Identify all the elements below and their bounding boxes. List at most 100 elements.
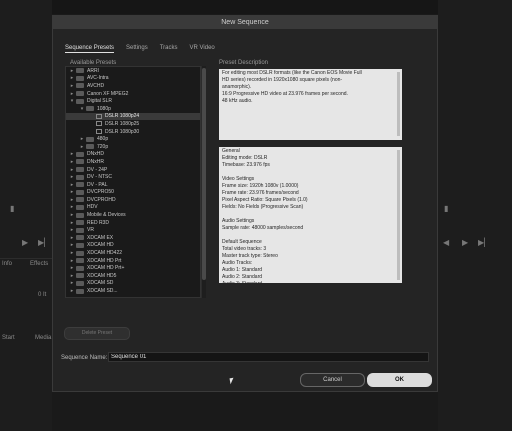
preset-item[interactable]: DSLR 1080p24 bbox=[66, 112, 200, 121]
preset-folder[interactable]: ▸ XDCAM HD5 bbox=[66, 272, 200, 280]
preset-folder[interactable]: ▸ XDCAM HD Prt bbox=[66, 257, 200, 265]
step-forward-icon-right[interactable]: ▶▏ bbox=[478, 238, 490, 247]
chevron-right-icon[interactable]: ▸ bbox=[68, 68, 76, 74]
chevron-right-icon[interactable]: ▸ bbox=[68, 204, 76, 210]
tab-vr-video[interactable]: VR Video bbox=[190, 43, 215, 53]
chevron-right-icon[interactable]: ▸ bbox=[68, 189, 76, 195]
folder-icon bbox=[76, 98, 84, 104]
chevron-right-icon[interactable]: ▸ bbox=[68, 197, 76, 203]
preset-folder[interactable]: ▸ DNxHR bbox=[66, 158, 200, 166]
folder-icon bbox=[76, 189, 84, 195]
general-info-scrollbar[interactable] bbox=[397, 150, 400, 280]
folder-icon bbox=[86, 136, 94, 142]
chevron-right-icon[interactable]: ▸ bbox=[68, 75, 76, 81]
preset-folder[interactable]: ▸ AVCHD bbox=[66, 82, 200, 90]
preset-tree-scroll-thumb[interactable] bbox=[202, 68, 206, 280]
effects-tab-label[interactable]: Effects bbox=[30, 261, 48, 267]
chevron-right-icon[interactable]: ▸ bbox=[68, 273, 76, 279]
step-back-icon[interactable]: ◀ bbox=[443, 238, 449, 247]
preset-folder[interactable]: ▸ DNxHD bbox=[66, 151, 200, 159]
preset-folder[interactable]: ▸ VR bbox=[66, 226, 200, 234]
preset-tree-label: DNxHD bbox=[87, 151, 104, 158]
preset-tree-label: 480p bbox=[97, 136, 109, 143]
preset-folder[interactable]: ▸ DV - NTSC bbox=[66, 173, 200, 181]
preset-folder[interactable]: ▸ XDCAM HD Prt+ bbox=[66, 264, 200, 272]
preset-folder[interactable]: ▸ XDCAM HD422 bbox=[66, 249, 200, 257]
description-line: HD series) recorded in 1920x1080 square … bbox=[222, 77, 343, 83]
preset-folder[interactable]: ▸ XDCAM SD... bbox=[66, 287, 200, 295]
chevron-right-icon[interactable]: ▸ bbox=[68, 212, 76, 218]
preset-tree-label: DSLR 1080p25 bbox=[105, 120, 140, 127]
info-tab-label[interactable]: Info bbox=[2, 261, 12, 267]
chevron-right-icon[interactable]: ▸ bbox=[68, 174, 76, 180]
preset-folder[interactable]: ▸ HDV bbox=[66, 204, 200, 212]
left-marker-icon[interactable]: ▮ bbox=[10, 204, 14, 213]
chevron-right-icon[interactable]: ▸ bbox=[68, 280, 76, 286]
tab-settings[interactable]: Settings bbox=[126, 43, 148, 53]
step-forward-icon[interactable]: ▶▏ bbox=[38, 238, 50, 247]
description-line: 16:9 Progressive HD video at 23.976 fram… bbox=[222, 91, 348, 97]
preset-folder[interactable]: ▾ 1080p bbox=[66, 105, 200, 113]
preset-folder[interactable]: ▸ DV - 24P bbox=[66, 166, 200, 174]
chevron-right-icon[interactable]: ▸ bbox=[68, 242, 76, 248]
preset-folder[interactable]: ▸ DVCPRO50 bbox=[66, 189, 200, 197]
preset-folder[interactable]: ▸ DV - PAL bbox=[66, 181, 200, 189]
chevron-right-icon[interactable]: ▸ bbox=[68, 288, 76, 294]
preset-tree-label: Canon XF MPEG2 bbox=[87, 90, 129, 97]
preset-folder[interactable]: ▸ AVC-Intra bbox=[66, 75, 200, 83]
preset-tree[interactable]: ▸ ARRI ▸ AVC-Intra ▸ AVCHD ▸ Canon XF MPEG2 ▾ Dig… bbox=[65, 66, 201, 298]
left-panel-background bbox=[0, 0, 52, 431]
chevron-right-icon[interactable]: ▸ bbox=[68, 83, 76, 89]
chevron-right-icon[interactable]: ▸ bbox=[78, 136, 86, 142]
chevron-right-icon[interactable]: ▸ bbox=[68, 159, 76, 165]
preset-folder[interactable]: ▸ Canon XF MPEG2 bbox=[66, 90, 200, 98]
chevron-right-icon[interactable]: ▸ bbox=[68, 220, 76, 226]
play-icon-right[interactable]: ▶ bbox=[462, 238, 468, 247]
preset-folder[interactable]: ▸ DVCPROHD bbox=[66, 196, 200, 204]
preset-tree-label: XDCAM HD5 bbox=[87, 272, 117, 279]
chevron-down-icon[interactable]: ▾ bbox=[78, 106, 86, 112]
chevron-right-icon[interactable]: ▸ bbox=[68, 91, 76, 97]
preset-item[interactable]: DSLR 1080p30 bbox=[66, 128, 200, 136]
folder-icon bbox=[76, 174, 84, 180]
preset-folder[interactable]: ▸ XDCAM SD bbox=[66, 280, 200, 288]
preset-folder[interactable]: ▸ RED R3D bbox=[66, 219, 200, 227]
tab-sequence-presets[interactable]: Sequence Presets bbox=[65, 43, 115, 53]
sequence-name-input[interactable] bbox=[108, 352, 429, 362]
chevron-right-icon[interactable]: ▸ bbox=[68, 182, 76, 188]
chevron-right-icon[interactable]: ▸ bbox=[68, 265, 76, 271]
chevron-right-icon[interactable]: ▸ bbox=[68, 258, 76, 264]
chevron-right-icon[interactable]: ▸ bbox=[68, 167, 76, 173]
right-marker-icon[interactable]: ▮ bbox=[444, 204, 448, 213]
preset-folder[interactable]: ▸ 720p bbox=[66, 143, 200, 151]
preset-tree-label: XDCAM HD422 bbox=[87, 250, 123, 257]
ok-button[interactable]: OK bbox=[367, 373, 432, 387]
folder-icon bbox=[76, 197, 84, 203]
play-icon[interactable]: ▶ bbox=[22, 238, 28, 247]
preset-item[interactable]: DSLR 1080p25 bbox=[66, 120, 200, 128]
app-top-strip bbox=[0, 0, 512, 14]
preset-tree-label: XDCAM HD bbox=[87, 242, 114, 249]
preset-general-info: General Editing mode: DSLR Timebase: 23.… bbox=[219, 147, 402, 283]
preset-folder[interactable]: ▸ Mobile & Devices bbox=[66, 211, 200, 219]
chevron-right-icon[interactable]: ▸ bbox=[78, 144, 86, 150]
delete-preset-button[interactable]: Delete Preset bbox=[64, 327, 130, 340]
preset-folder[interactable]: ▸ ARRI bbox=[66, 67, 200, 75]
folder-icon bbox=[76, 151, 84, 157]
description-scrollbar[interactable] bbox=[397, 72, 400, 136]
chevron-down-icon[interactable]: ▾ bbox=[68, 98, 76, 104]
preset-folder[interactable]: ▸ XDCAM HD bbox=[66, 242, 200, 250]
cancel-button[interactable]: Cancel bbox=[300, 373, 365, 387]
media-label: Media bbox=[35, 335, 52, 341]
left-divider bbox=[0, 258, 52, 259]
preset-tree-label: Digital SLR bbox=[87, 98, 113, 105]
preset-tree-scrollbar[interactable] bbox=[201, 66, 206, 298]
preset-folder[interactable]: ▾ Digital SLR bbox=[66, 97, 200, 105]
preset-folder[interactable]: ▸ 480p bbox=[66, 135, 200, 143]
tab-tracks[interactable]: Tracks bbox=[160, 43, 178, 53]
chevron-right-icon[interactable]: ▸ bbox=[68, 151, 76, 157]
chevron-right-icon[interactable]: ▸ bbox=[68, 250, 76, 256]
chevron-right-icon[interactable]: ▸ bbox=[68, 235, 76, 241]
chevron-right-icon[interactable]: ▸ bbox=[68, 227, 76, 233]
preset-folder[interactable]: ▸ XDCAM EX bbox=[66, 234, 200, 242]
